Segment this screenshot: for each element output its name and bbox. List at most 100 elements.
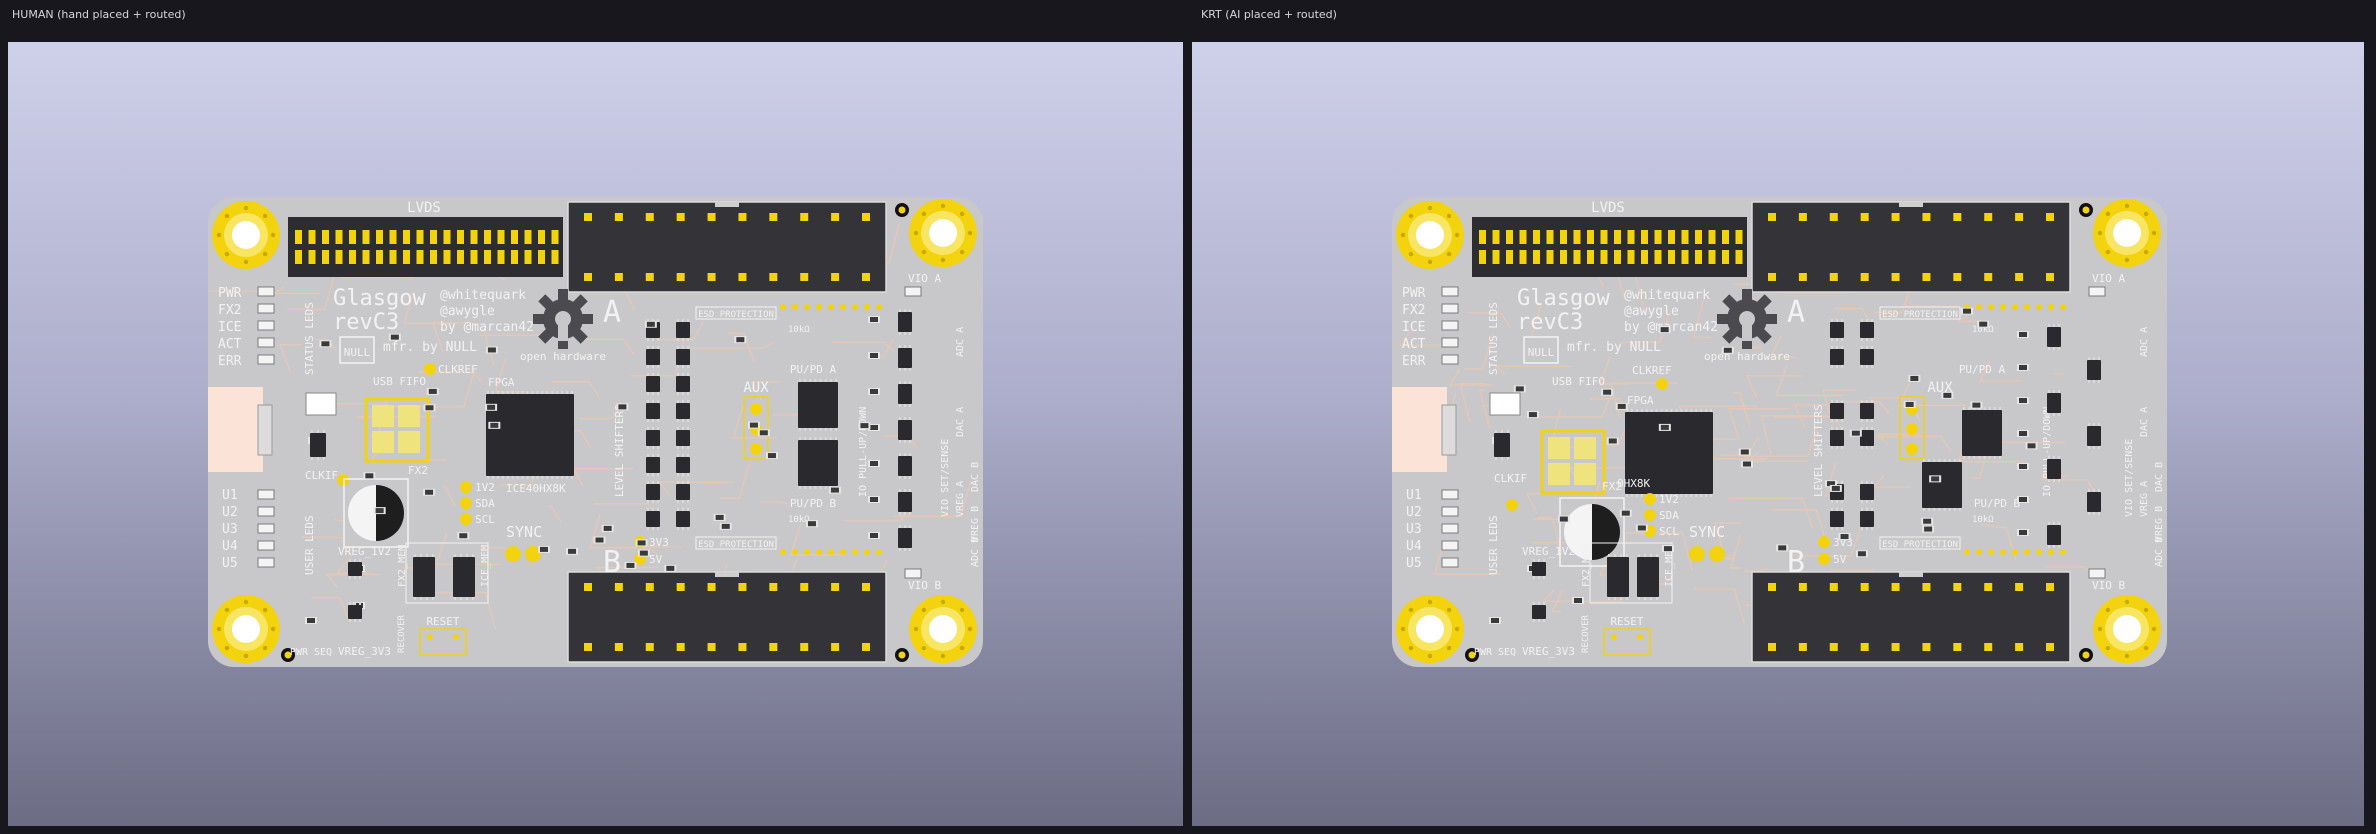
pcb-render: LVDS A B PWR FX2 ICE ACT ERR STATUS LEDS U1 U2 U3 U4… <box>1392 197 2167 667</box>
adc-dac-ic <box>2047 327 2061 347</box>
vio-b-led <box>2088 568 2106 579</box>
level-shifter-ic <box>646 484 660 500</box>
level-shifter-ic <box>1860 322 1874 338</box>
level-shifters-label: LEVEL SHIFTERS <box>613 404 626 497</box>
user-leds-label: USER LEDS <box>1487 515 1500 575</box>
pcb-viewport[interactable]: LVDS A B PWR FX2 ICE ACT ERR STATUS LEDS U1 U2 U3 U4… <box>8 42 1183 826</box>
vreg-1v2-label: VREG_1V2 <box>1522 545 1575 558</box>
test-pad <box>460 481 472 493</box>
right-label-b: DAC B <box>2154 462 2165 492</box>
level-shifter-ic <box>676 457 690 473</box>
board-name: Glasgow <box>333 286 426 311</box>
vio-b-led <box>904 568 922 579</box>
level-shifter-ic <box>1860 403 1874 419</box>
vio-sense-label: VIO SET/SENSE <box>940 439 951 517</box>
open-hardware-text: open hardware <box>520 350 606 363</box>
usb-connector-area <box>208 387 263 472</box>
user-leds-label: USER LEDS <box>303 515 316 575</box>
test-pad <box>460 497 472 509</box>
adc-dac-ic <box>2087 426 2101 446</box>
status-led-label: ACT <box>218 337 242 352</box>
user-led-label: U2 <box>1406 505 1422 520</box>
pcb-board: LVDS A B PWR FX2 ICE ACT ERR STATUS LEDS U1 U2 U3 U4… <box>1392 197 2167 667</box>
pwr-seq-label: PWR SEQ <box>1474 647 1516 658</box>
pcb-viewport[interactable]: LVDS A B PWR FX2 ICE ACT ERR STATUS LEDS U1 U2 U3 U4… <box>1192 42 2364 826</box>
user-led <box>257 489 275 500</box>
right-label-a: VREG A <box>955 481 966 517</box>
right-label-a: ADC A <box>955 327 966 357</box>
aux-pin <box>750 403 762 415</box>
vio-a-led <box>2088 286 2106 297</box>
pupd-a-label: PU/PD A <box>1959 363 2006 376</box>
right-label-a: DAC A <box>955 407 966 437</box>
clkref-label: CLKREF <box>1632 364 1672 377</box>
regulator-ic <box>310 433 326 457</box>
vreg-ic <box>348 562 362 576</box>
user-led <box>257 540 275 551</box>
usb-fifo-label: USB FIFO <box>373 375 426 388</box>
status-led <box>257 303 275 314</box>
port-b-letter: B <box>603 545 621 580</box>
clkif-label: CLKIF <box>305 469 338 482</box>
fx2-label: FX2 <box>408 464 428 477</box>
ice-mem-chip <box>453 557 475 597</box>
status-leds-label: STATUS LEDS <box>1487 302 1500 375</box>
status-leds-label: STATUS LEDS <box>303 302 316 375</box>
user-led-label: U1 <box>1406 488 1422 503</box>
test-pad-label: SCL <box>475 513 495 526</box>
user-led-label: U4 <box>222 539 238 554</box>
vio-sense-label: VIO SET/SENSE <box>2124 439 2135 517</box>
level-shifter-ic <box>1830 511 1844 527</box>
lvds-label: LVDS <box>1591 200 1625 216</box>
level-shifter-ic <box>646 403 660 419</box>
panel-ai: KRT (AI placed + routed) LVDS A B PWR FX2 ICE… <box>1189 0 2372 834</box>
test-pad-label: 1V2 <box>1659 493 1679 506</box>
right-label-a: DAC A <box>2139 407 2150 437</box>
aux-pin <box>750 443 762 455</box>
vio-b-label: VIO B <box>908 579 941 592</box>
usb-fifo-label: USB FIFO <box>1552 375 1605 388</box>
level-shifter-ic <box>1830 430 1844 446</box>
adc-dac-ic <box>898 312 912 332</box>
test-point <box>1506 499 1518 511</box>
vreg-3v3-label: VREG_3V3 <box>338 645 391 658</box>
ice-mem-chip <box>1637 557 1659 597</box>
user-led <box>1441 540 1459 551</box>
level-shifter-ic <box>1860 349 1874 365</box>
user-led-label: U3 <box>222 522 238 537</box>
usb-connector-area <box>1392 387 1447 472</box>
level-shifter-ic <box>1860 430 1874 446</box>
user-led <box>257 557 275 568</box>
board-rev: revC3 <box>1517 310 1583 335</box>
io-pullup-label: IO PULL-UP/DOWN <box>2042 407 2053 497</box>
level-shifters-label: LEVEL SHIFTERS <box>1812 404 1825 497</box>
level-shifter-ic <box>646 457 660 473</box>
credit-line: @whitequark <box>1624 288 1710 303</box>
level-shifter-ic <box>646 376 660 392</box>
esd-label-a: ESD PROTECTION <box>698 310 774 320</box>
status-led <box>257 337 275 348</box>
status-led <box>257 286 275 297</box>
level-shifter-ic <box>676 484 690 500</box>
esd-label-b: ESD PROTECTION <box>698 540 774 550</box>
vreg-ic <box>348 605 362 619</box>
sync-pad <box>505 546 521 562</box>
right-label-a: VREG A <box>2139 481 2150 517</box>
board-rev: revC3 <box>333 310 399 335</box>
adc-dac-ic <box>2047 459 2061 479</box>
clkref-pad <box>1656 378 1668 390</box>
panel-title: KRT (AI placed + routed) <box>1201 8 1337 21</box>
r10k-label: 10kΩ <box>788 325 810 335</box>
user-led <box>1441 523 1459 534</box>
recover-label: RECOVER <box>397 614 407 653</box>
ice-mem-label: ICE_MEM <box>480 545 491 587</box>
user-led-label: U1 <box>222 488 238 503</box>
level-shifter-ic <box>676 511 690 527</box>
test-pad-label: SDA <box>475 497 495 510</box>
fpga-part-label: ICE40HX8K <box>506 482 566 495</box>
pupd-a-label: PU/PD A <box>790 363 837 376</box>
status-led <box>1441 303 1459 314</box>
regulator-ic <box>1494 433 1510 457</box>
esd-label-b: ESD PROTECTION <box>1882 540 1958 550</box>
level-shifter-ic <box>646 349 660 365</box>
